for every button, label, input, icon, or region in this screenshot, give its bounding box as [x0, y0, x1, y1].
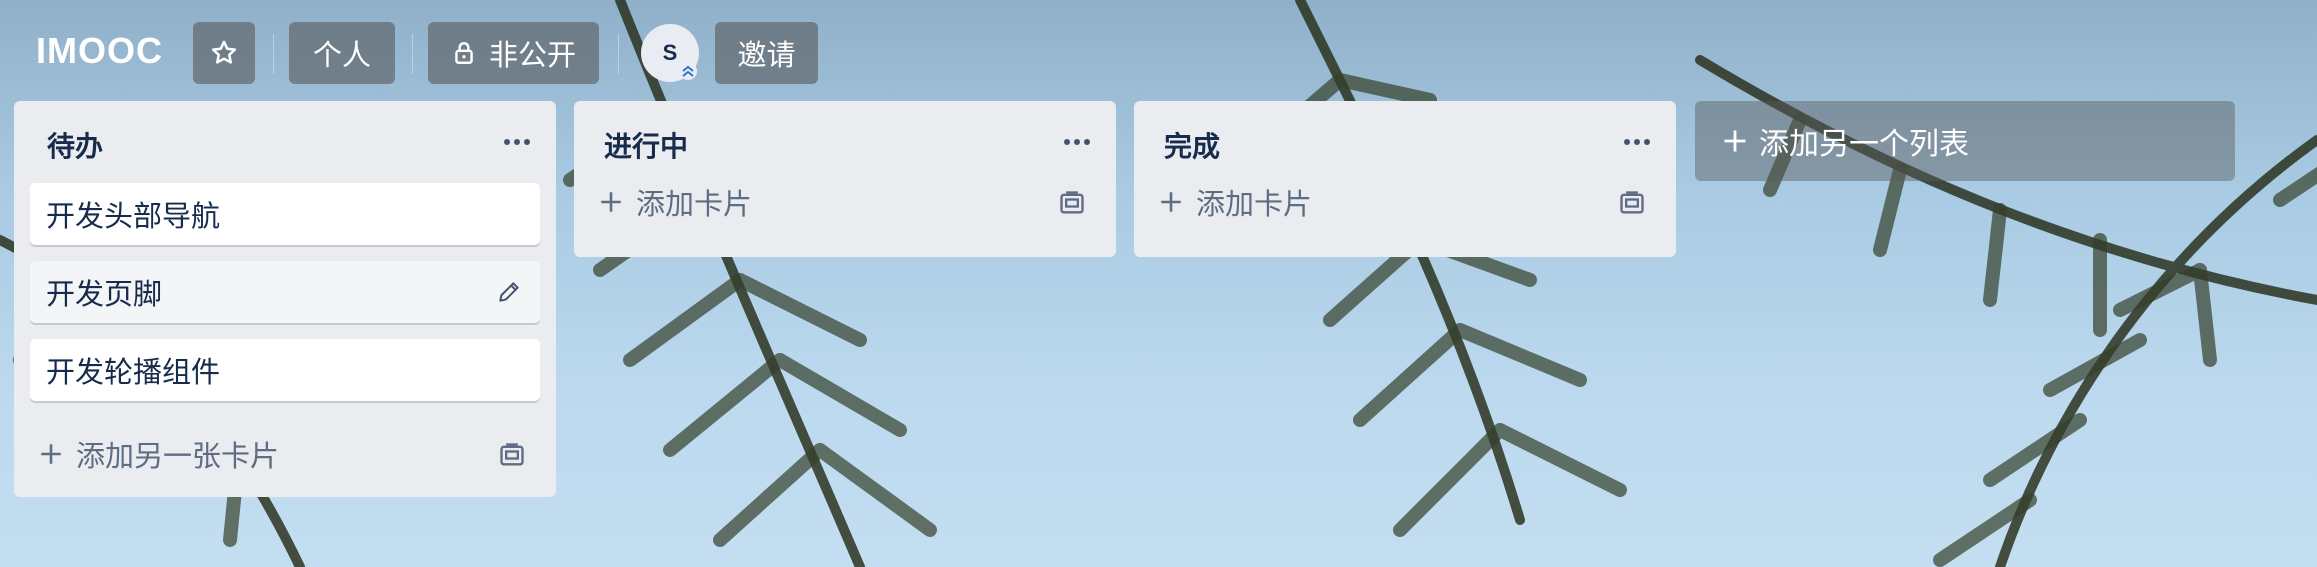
- card-template-icon[interactable]: [1618, 189, 1646, 217]
- add-card-label: 添加卡片: [636, 187, 753, 221]
- plus-icon: [601, 192, 621, 212]
- add-card-label: 添加卡片: [1196, 187, 1313, 221]
- card-template-icon[interactable]: [498, 441, 526, 469]
- avatar-initial: S: [662, 40, 678, 65]
- admin-chevron-icon: [679, 62, 697, 80]
- add-list-label: 添加另一个列表: [1759, 127, 1969, 162]
- card-title: 开发头部导航: [46, 199, 221, 233]
- more-horizontal-icon[interactable]: [502, 129, 532, 155]
- add-card-button[interactable]: 添加另一张卡片: [14, 417, 556, 491]
- board-header: IMOOC 个人 非公开 S 邀请: [0, 0, 2317, 100]
- plus-icon: [41, 444, 61, 464]
- plus-icon: [1724, 130, 1746, 152]
- card[interactable]: 开发头部导航: [30, 183, 540, 245]
- add-card-button[interactable]: 添加卡片: [574, 171, 1116, 233]
- card-title: 开发页脚: [46, 277, 163, 311]
- list-header: 待办: [14, 101, 556, 183]
- plus-icon: [1161, 192, 1181, 212]
- list-todo: 待办 开发头部导航 开发页脚 开发轮播组件 添加另一张卡片: [14, 101, 556, 497]
- list-in-progress: 进行中 添加卡片: [574, 101, 1116, 257]
- list-title[interactable]: 待办: [47, 125, 103, 165]
- header-divider: [273, 34, 274, 74]
- pencil-icon[interactable]: [496, 279, 522, 305]
- invite-button[interactable]: 邀请: [715, 22, 818, 84]
- board-logo[interactable]: IMOOC: [36, 30, 163, 72]
- lock-icon: [455, 42, 473, 64]
- more-horizontal-icon[interactable]: [1622, 129, 1652, 155]
- list-done: 完成 添加卡片: [1134, 101, 1676, 257]
- visibility-label: 个人: [312, 38, 371, 72]
- visibility-button[interactable]: 个人: [289, 22, 395, 84]
- card-title: 开发轮播组件: [46, 355, 221, 389]
- privacy-label: 非公开: [488, 38, 576, 72]
- card[interactable]: 开发轮播组件: [30, 339, 540, 401]
- header-divider: [618, 34, 619, 74]
- list-title[interactable]: 完成: [1164, 125, 1220, 165]
- add-card-label: 添加另一张卡片: [76, 439, 280, 473]
- invite-label: 邀请: [737, 38, 796, 72]
- add-list-button[interactable]: 添加另一个列表: [1695, 101, 2235, 181]
- card[interactable]: 开发页脚: [30, 261, 540, 323]
- star-icon: [211, 40, 237, 64]
- header-divider: [412, 34, 413, 74]
- add-card-button[interactable]: 添加卡片: [1134, 171, 1676, 233]
- star-button[interactable]: [193, 22, 255, 84]
- list-title[interactable]: 进行中: [604, 125, 688, 165]
- card-template-icon[interactable]: [1058, 189, 1086, 217]
- more-horizontal-icon[interactable]: [1062, 129, 1092, 155]
- member-avatar[interactable]: S: [641, 24, 699, 82]
- privacy-button[interactable]: 非公开: [428, 22, 599, 84]
